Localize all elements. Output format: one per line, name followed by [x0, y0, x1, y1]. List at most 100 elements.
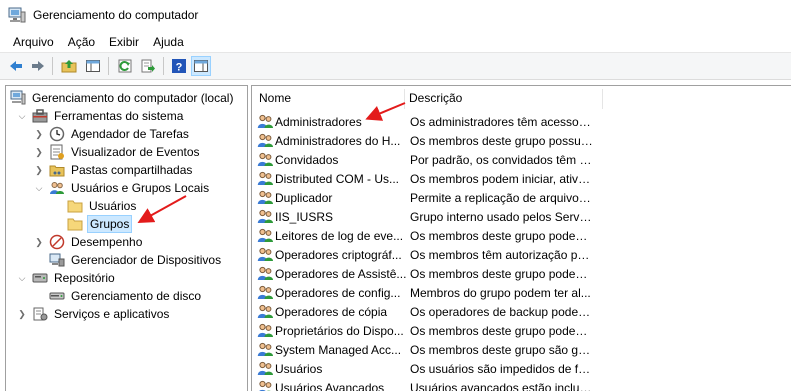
tree-item-storage[interactable]: ⌵ Repositório [16, 269, 117, 287]
list-item[interactable]: Duplicador Permite a replicação de arquiv… [252, 188, 791, 207]
list-item[interactable]: Operadores de config... Membros do grupo … [252, 283, 791, 302]
list-item[interactable]: Administradores do H... Os membros deste … [252, 131, 791, 150]
group-description: Os operadores de backup podem ... [410, 304, 593, 319]
group-name: Operadores criptográf... [275, 247, 402, 262]
chevron-right-icon[interactable]: ❯ [33, 128, 45, 140]
group-name: Administradores do H... [275, 133, 401, 148]
tree-item-system-tools[interactable]: ⌵ Ferramentas do sistema [16, 107, 185, 125]
list-item[interactable]: Operadores de Assistê... Os membros deste… [252, 264, 791, 283]
chevron-right-icon[interactable]: ❯ [33, 164, 45, 176]
tree-item-performance[interactable]: ❯ Desempenho [33, 233, 144, 251]
list-item[interactable]: Leitores de log de eve... Os membros dest… [252, 226, 791, 245]
group-description: Membros do grupo podem ter al... [410, 285, 591, 300]
group-name: Duplicador [275, 190, 333, 205]
group-description: Permite a replicação de arquivos ... [410, 190, 593, 205]
export-list-button[interactable] [138, 56, 158, 76]
chevron-down-icon[interactable]: ⌵ [16, 272, 28, 284]
list-item[interactable]: Operadores de cópia Os operadores de back… [252, 302, 791, 321]
group-description: Os usuários são impedidos de faz... [410, 361, 593, 376]
list-item[interactable]: Usuários Avançados Usuários avançados est… [252, 378, 791, 391]
event-viewer-icon [50, 144, 64, 160]
group-icon [259, 380, 272, 391]
menu-ajuda[interactable]: Ajuda [146, 32, 191, 52]
tree-item-disk-management[interactable]: Gerenciamento de disco [49, 287, 203, 305]
refresh-button[interactable] [115, 56, 135, 76]
list-item[interactable]: Distributed COM - Us... Os membros podem … [252, 169, 791, 188]
folder-icon [67, 218, 83, 231]
chevron-right-icon[interactable]: ❯ [33, 146, 45, 158]
tree-item-services-apps[interactable]: ❯ Serviços e aplicativos [16, 305, 171, 323]
chevron-right-icon[interactable]: ❯ [16, 308, 28, 320]
chevron-right-icon[interactable]: ❯ [33, 236, 45, 248]
groups-list[interactable]: Nome Descrição Administradores Os adminis… [251, 85, 791, 391]
list-item[interactable]: IIS_IUSRS Grupo interno usado pelos Servi… [252, 207, 791, 226]
up-button[interactable] [59, 56, 79, 76]
show-hide-tree-button[interactable] [83, 56, 103, 76]
tree-item-task-scheduler[interactable]: ❯ Agendador de Tarefas [33, 125, 191, 143]
column-divider[interactable] [602, 89, 603, 109]
list-item[interactable]: System Managed Acc... Os membros deste gr… [252, 340, 791, 359]
list-item[interactable]: Proprietários do Dispo... Os membros dest… [252, 321, 791, 340]
tree-label: Serviços e aplicativos [54, 307, 170, 321]
tree-label: Ferramentas do sistema [54, 109, 184, 123]
computer-management-icon [10, 90, 26, 105]
group-name: Operadores de config... [275, 285, 401, 300]
back-icon [10, 61, 22, 71]
group-icon [257, 266, 273, 280]
clock-icon [49, 126, 65, 142]
storage-icon [32, 273, 48, 283]
list-item[interactable]: Convidados Por padrão, os convidados têm … [252, 150, 791, 169]
group-description: Os membros têm autorização par... [410, 247, 593, 262]
tree-item-groups[interactable]: Grupos [67, 215, 133, 233]
tree-item-shared-folders[interactable]: ❯ Pastas compartilhadas [33, 161, 194, 179]
tree-item-root[interactable]: Gerenciamento do computador (local) [10, 89, 235, 107]
group-description: Os administradores têm acesso c... [410, 114, 593, 129]
menu-exibir[interactable]: Exibir [102, 32, 146, 52]
tree-label: Gerenciamento do computador (local) [32, 91, 234, 105]
back-button[interactable] [6, 56, 26, 76]
column-header-name[interactable]: Nome [259, 86, 409, 108]
group-description: Os membros deste grupo podem ... [410, 323, 593, 338]
group-icon [257, 323, 273, 337]
column-header-description[interactable]: Descrição [409, 86, 599, 108]
group-icon [257, 171, 273, 185]
group-description: Por padrão, os convidados têm o ... [410, 152, 593, 167]
tree-item-local-users-groups[interactable]: ⌵ Usuários e Grupos Locais [33, 179, 211, 197]
group-icon [257, 133, 273, 147]
group-icon [257, 114, 273, 128]
chevron-down-icon[interactable]: ⌵ [33, 182, 45, 194]
export-list-icon [141, 59, 155, 73]
list-item[interactable]: Administradores Os administradores têm ac… [252, 112, 791, 131]
group-name: Distributed COM - Us... [275, 171, 400, 186]
action-pane-icon [194, 60, 208, 72]
group-name: Administradores [275, 114, 362, 129]
column-divider[interactable] [404, 89, 405, 109]
toolbar: ? [0, 52, 791, 80]
forward-button[interactable] [28, 56, 48, 76]
tree-item-users[interactable]: Usuários [67, 197, 138, 215]
tree-item-event-viewer[interactable]: ❯ Visualizador de Eventos [33, 143, 202, 161]
action-pane-button[interactable] [191, 56, 211, 76]
navigation-tree[interactable]: Gerenciamento do computador (local) ⌵ Fe… [5, 85, 248, 391]
group-name: Leitores de log de eve... [275, 228, 404, 243]
list-item[interactable]: Operadores criptográf... Os membros têm a… [252, 245, 791, 264]
group-icon [257, 152, 273, 166]
group-name: Operadores de cópia [275, 304, 388, 319]
group-description: Os membros deste grupo podem ... [410, 228, 593, 243]
list-item[interactable]: Usuários Os usuários são impedidos de faz… [252, 359, 791, 378]
group-icon [257, 342, 273, 356]
tree-label: Desempenho [71, 235, 143, 249]
device-manager-icon [49, 253, 65, 267]
tree-item-device-manager[interactable]: Gerenciador de Dispositivos [49, 251, 223, 269]
tree-label: Gerenciador de Dispositivos [71, 253, 222, 267]
chevron-down-icon[interactable]: ⌵ [16, 110, 28, 122]
group-icon [257, 304, 273, 318]
tree-label: Visualizador de Eventos [71, 145, 200, 159]
group-icon [257, 285, 273, 299]
menu-acao[interactable]: Ação [61, 32, 102, 52]
group-name: Convidados [275, 152, 339, 167]
group-name: System Managed Acc... [275, 342, 402, 357]
menu-arquivo[interactable]: Arquivo [6, 32, 61, 52]
help-button[interactable]: ? [169, 56, 189, 76]
window-title: Gerenciamento do computador [33, 8, 199, 22]
